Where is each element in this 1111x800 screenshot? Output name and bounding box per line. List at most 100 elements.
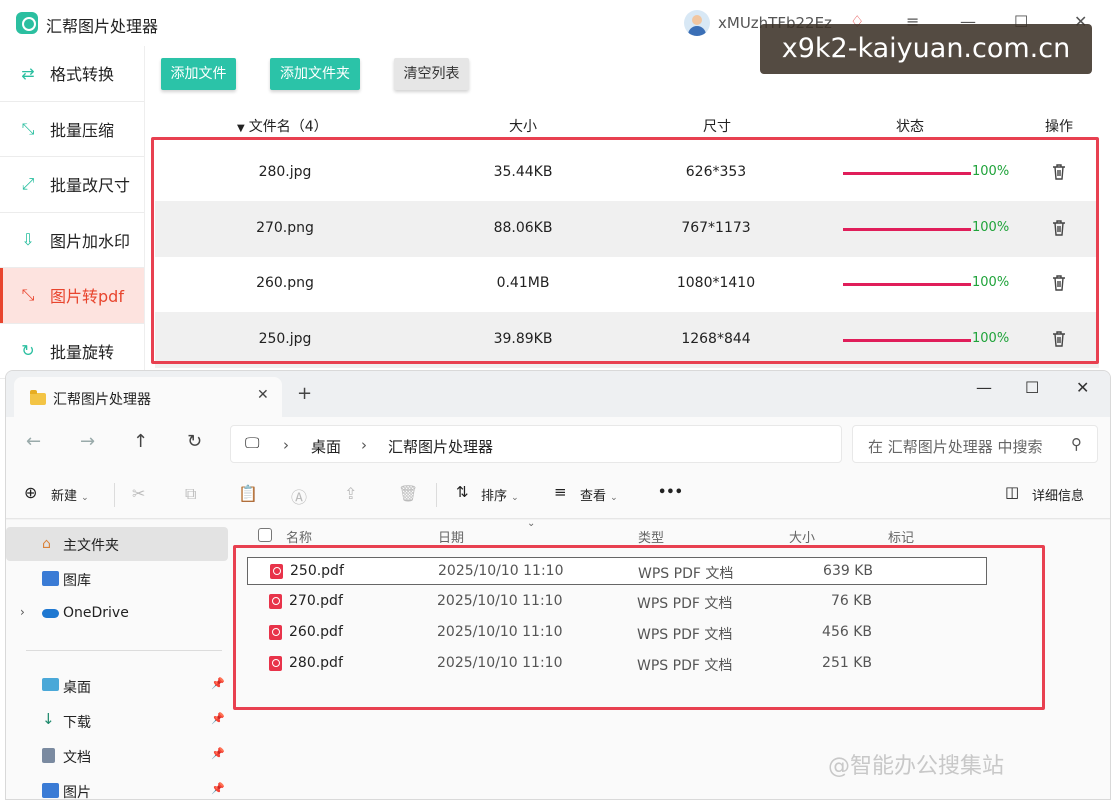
nav-item-onedrive[interactable]: › OneDrive bbox=[6, 597, 228, 631]
paste-icon[interactable]: 📋 bbox=[238, 484, 258, 503]
new-plus-icon[interactable]: ⊕ bbox=[24, 483, 37, 502]
nav-item-desktop[interactable]: 桌面 📌 bbox=[6, 669, 228, 703]
details-button[interactable]: 详细信息 bbox=[1032, 485, 1084, 504]
back-icon[interactable]: ← bbox=[26, 431, 41, 452]
sidebar-item-label: 图片转pdf bbox=[50, 287, 124, 307]
delete-icon[interactable]: 🗑 bbox=[398, 484, 418, 503]
new-tab-button[interactable]: + bbox=[297, 383, 312, 404]
more-options-icon[interactable]: ••• bbox=[658, 485, 683, 500]
breadcrumb-item[interactable]: 桌面 bbox=[311, 436, 341, 457]
sidebar: ⇄ 格式转换 ⤡ 批量压缩 ⤢ 批量改尺寸 ⇩ 图片加水印 ⤡ 图片转pdf ↻… bbox=[0, 46, 145, 379]
trash-icon[interactable] bbox=[1049, 329, 1069, 349]
nav-item-label: OneDrive bbox=[63, 605, 129, 621]
file-name: 280.pdf bbox=[289, 655, 343, 671]
table-row[interactable]: 250.jpg 39.89KB 1268*844 100% bbox=[155, 312, 1099, 368]
trash-icon[interactable] bbox=[1049, 218, 1069, 238]
file-date: 2025/10/10 11:10 bbox=[438, 563, 564, 579]
footer-watermark: @智能办公搜集站 bbox=[828, 754, 1005, 779]
add-file-button[interactable]: 添加文件 bbox=[161, 58, 236, 90]
add-folder-button[interactable]: 添加文件夹 bbox=[270, 58, 360, 90]
maximize-button[interactable]: ☐ bbox=[1025, 378, 1039, 397]
minimize-button[interactable]: — bbox=[976, 378, 992, 397]
search-input[interactable]: 在 汇帮图片处理器 中搜索 bbox=[868, 436, 1043, 457]
divider bbox=[436, 483, 437, 507]
breadcrumb-item[interactable]: 汇帮图片处理器 bbox=[388, 436, 493, 457]
file-size: 76 KB bbox=[830, 593, 872, 609]
select-all-checkbox[interactable] bbox=[258, 528, 272, 542]
view-button[interactable]: 查看 ⌄ bbox=[580, 485, 618, 504]
sort-button[interactable]: 排序 ⌄ bbox=[481, 485, 519, 504]
nav-item-label: 文档 bbox=[63, 750, 91, 766]
trash-icon[interactable] bbox=[1049, 162, 1069, 182]
column-header-name[interactable]: 名称 bbox=[286, 527, 312, 546]
file-table-header: ▼ 文件名（4） 大小 尺寸 状态 操作 bbox=[145, 108, 1111, 140]
new-button-label: 新建 bbox=[51, 489, 78, 504]
new-button[interactable]: 新建 ⌄ bbox=[51, 485, 89, 504]
nav-item-home[interactable]: ⌂ 主文件夹 bbox=[6, 527, 228, 561]
pin-icon[interactable]: 📌 bbox=[211, 677, 225, 690]
view-icon[interactable]: ≡ bbox=[554, 483, 567, 501]
breadcrumb-separator-icon: › bbox=[283, 436, 289, 454]
pin-icon[interactable]: 📌 bbox=[211, 782, 225, 795]
file-date: 2025/10/10 11:10 bbox=[437, 593, 563, 609]
pin-icon[interactable]: 📌 bbox=[211, 712, 225, 725]
clear-list-button[interactable]: 清空列表 bbox=[394, 58, 469, 90]
nav-item-pictures[interactable]: 图片 📌 bbox=[6, 774, 228, 799]
file-name: 260.png bbox=[256, 275, 314, 291]
explorer-window: 汇帮图片处理器 ✕ + — ☐ ✕ ← → ↑ ↻ 🖵 › 桌面 › 汇帮图片处… bbox=[5, 370, 1111, 800]
sidebar-item-label: 批量压缩 bbox=[50, 120, 115, 140]
sidebar-item-label: 格式转换 bbox=[50, 65, 115, 85]
sidebar-item-batch-compress[interactable]: ⤡ 批量压缩 bbox=[0, 102, 144, 157]
up-icon[interactable]: ↑ bbox=[133, 431, 148, 452]
sidebar-item-watermark[interactable]: ⇩ 图片加水印 bbox=[0, 213, 144, 268]
column-header-dimensions: 尺寸 bbox=[703, 119, 731, 135]
share-icon[interactable]: ⇪ bbox=[344, 484, 357, 503]
cut-icon[interactable]: ✂ bbox=[132, 484, 145, 503]
app-logo-icon bbox=[16, 12, 38, 34]
table-row[interactable]: 270.png 88.06KB 767*1173 100% bbox=[155, 201, 1099, 257]
sidebar-item-format-convert[interactable]: ⇄ 格式转换 bbox=[0, 46, 144, 102]
breadcrumb-separator-icon: › bbox=[361, 436, 367, 454]
copy-icon[interactable]: ⧉ bbox=[185, 484, 196, 504]
sidebar-item-batch-resize[interactable]: ⤢ 批量改尺寸 bbox=[0, 157, 144, 213]
column-header-tags[interactable]: 标记 bbox=[888, 527, 914, 546]
column-header-date[interactable]: 日期 bbox=[438, 527, 464, 546]
tab-close-icon[interactable]: ✕ bbox=[257, 387, 269, 403]
nav-item-gallery[interactable]: 图库 bbox=[6, 562, 228, 596]
list-item[interactable]: 250.pdf 2025/10/10 11:10 WPS PDF 文档 639 … bbox=[247, 557, 987, 585]
details-pane-icon[interactable]: ◫ bbox=[1005, 483, 1019, 501]
watermark-icon: ⇩ bbox=[21, 230, 35, 250]
progress-bar bbox=[843, 339, 971, 342]
file-dimensions: 767*1173 bbox=[681, 220, 751, 236]
file-type: WPS PDF 文档 bbox=[637, 658, 733, 674]
search-box[interactable]: 在 汇帮图片处理器 中搜索 ⚲ bbox=[852, 425, 1098, 463]
progress-percent: 100% bbox=[972, 275, 1010, 290]
table-row[interactable]: 260.png 0.41MB 1080*1410 100% bbox=[155, 256, 1099, 312]
search-icon[interactable]: ⚲ bbox=[1071, 435, 1082, 453]
nav-item-documents[interactable]: 文档 📌 bbox=[6, 739, 228, 773]
explorer-tab[interactable]: 汇帮图片处理器 ✕ bbox=[14, 377, 282, 417]
address-bar[interactable]: 🖵 › 桌面 › 汇帮图片处理器 bbox=[230, 425, 842, 463]
navigation-pane: ⌂ 主文件夹 图库 › OneDrive 桌面 📌 ↓ 下载 📌 文档 📌 图片… bbox=[6, 520, 232, 799]
column-header-type[interactable]: 类型 bbox=[638, 527, 664, 546]
sidebar-item-image-to-pdf[interactable]: ⤡ 图片转pdf bbox=[0, 268, 144, 324]
chevron-right-icon[interactable]: › bbox=[20, 605, 25, 619]
rename-icon[interactable]: Ⓐ bbox=[291, 484, 307, 508]
pin-icon[interactable]: 📌 bbox=[211, 747, 225, 760]
list-item[interactable]: 280.pdf 2025/10/10 11:10 WPS PDF 文档 251 … bbox=[247, 650, 987, 678]
progress-bar bbox=[843, 172, 971, 175]
column-header-name[interactable]: ▼ 文件名（4） bbox=[237, 116, 328, 136]
column-header-size[interactable]: 大小 bbox=[789, 527, 815, 546]
sort-icon[interactable]: ⇅ bbox=[456, 483, 469, 501]
command-bar: ⊕ 新建 ⌄ ✂ ⧉ 📋 Ⓐ ⇪ 🗑 ⇅ 排序 ⌄ ≡ 查看 ⌄ ••• ◫ 详… bbox=[6, 471, 1110, 519]
file-size: 251 KB bbox=[822, 655, 872, 671]
avatar[interactable] bbox=[684, 10, 710, 36]
trash-icon[interactable] bbox=[1049, 273, 1069, 293]
list-item[interactable]: 270.pdf 2025/10/10 11:10 WPS PDF 文档 76 K… bbox=[247, 588, 987, 616]
forward-icon[interactable]: → bbox=[80, 431, 95, 452]
table-row[interactable]: 280.jpg 35.44KB 626*353 100% bbox=[155, 145, 1099, 201]
nav-item-downloads[interactable]: ↓ 下载 📌 bbox=[6, 704, 228, 738]
list-item[interactable]: 260.pdf 2025/10/10 11:10 WPS PDF 文档 456 … bbox=[247, 619, 987, 647]
refresh-icon[interactable]: ↻ bbox=[187, 431, 202, 452]
close-button[interactable]: ✕ bbox=[1076, 378, 1089, 397]
